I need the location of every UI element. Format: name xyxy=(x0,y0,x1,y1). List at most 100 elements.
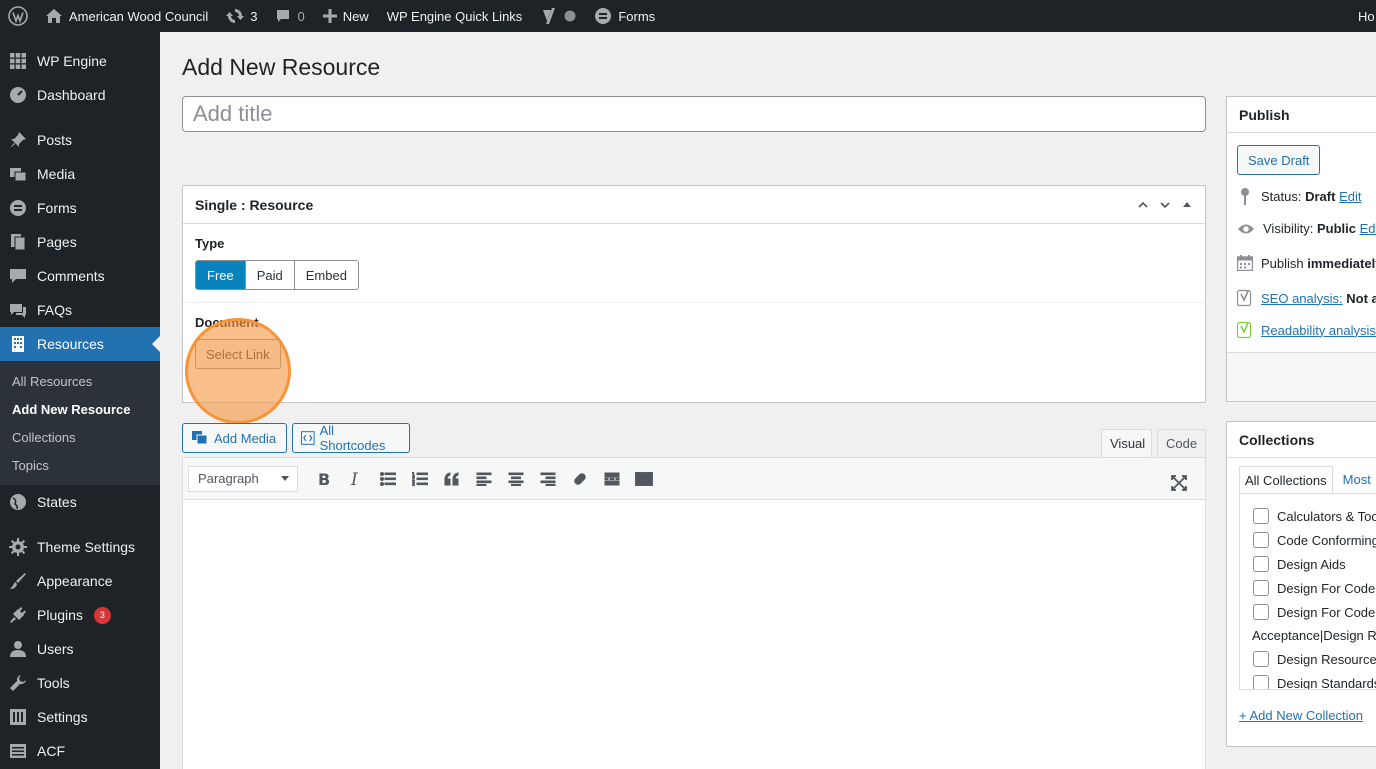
bullet-list-button[interactable] xyxy=(372,464,404,494)
checkbox[interactable] xyxy=(1253,604,1269,620)
howdy-account[interactable]: Ho xyxy=(1358,0,1375,32)
format-select[interactable]: Paragraph xyxy=(188,465,298,492)
sidebar-item-wp-engine[interactable]: WP Engine xyxy=(0,44,160,78)
list-item[interactable]: Design For Code xyxy=(1240,600,1376,624)
blockquote-button[interactable] xyxy=(436,464,468,494)
sidebar-item-appearance[interactable]: Appearance xyxy=(0,564,160,598)
comments-link[interactable]: 0 xyxy=(266,0,313,32)
seo-value: Not av xyxy=(1346,290,1376,306)
faq-icon xyxy=(8,300,28,320)
sidebar-item-users[interactable]: Users xyxy=(0,632,160,666)
save-draft-button[interactable]: Save Draft xyxy=(1237,145,1321,175)
collection-label: Code Conforming xyxy=(1277,532,1376,548)
checkbox[interactable] xyxy=(1253,675,1269,689)
align-left-button[interactable] xyxy=(468,464,500,494)
type-option-embed[interactable]: Embed xyxy=(294,261,358,289)
add-media-button[interactable]: Add Media xyxy=(182,423,287,453)
list-item[interactable]: Design Aids xyxy=(1240,552,1376,576)
admin-bar: American Wood Council 3 0 New WP Engine … xyxy=(0,0,1376,32)
insert-link-button[interactable] xyxy=(564,464,596,494)
type-option-free[interactable]: Free xyxy=(196,261,246,289)
sidebar-item-dashboard[interactable]: Dashboard xyxy=(0,78,160,112)
tab-code[interactable]: Code xyxy=(1157,429,1206,458)
tab-visual[interactable]: Visual xyxy=(1101,429,1152,458)
all-shortcodes-button[interactable]: All Shortcodes xyxy=(292,423,410,453)
submenu-collections[interactable]: Collections xyxy=(0,423,160,451)
wp-engine-quick-links[interactable]: WP Engine Quick Links xyxy=(378,0,532,32)
edit-visibility-link[interactable]: Edit xyxy=(1360,221,1376,236)
metabox-title: Single : Resource xyxy=(195,196,314,213)
visibility-value: Public xyxy=(1316,221,1356,236)
chevron-up-icon[interactable] xyxy=(1137,199,1149,211)
edit-status-link[interactable]: Edit xyxy=(1339,189,1361,204)
pin-icon xyxy=(1241,188,1249,205)
pages-icon xyxy=(8,232,28,252)
list-item[interactable]: Calculators & Too xyxy=(1240,504,1376,528)
submenu-topics[interactable]: Topics xyxy=(0,451,160,479)
publish-title: Publish xyxy=(1227,97,1376,133)
fullscreen-button[interactable] xyxy=(1163,468,1195,498)
list-item[interactable]: Code Conforming xyxy=(1240,528,1376,552)
submenu-add-new-resource[interactable]: Add New Resource xyxy=(0,395,160,423)
content-editor: Paragraph B I 123 xyxy=(182,457,1206,769)
sidebar-item-forms[interactable]: Forms xyxy=(0,191,160,225)
sidebar-item-comments[interactable]: Comments xyxy=(0,259,160,293)
forms-menu[interactable]: Forms xyxy=(585,0,664,32)
sidebar-item-tools[interactable]: Tools xyxy=(0,666,160,700)
checkbox[interactable] xyxy=(1253,532,1269,548)
sidebar-item-theme-settings[interactable]: Theme Settings xyxy=(0,530,160,564)
checkbox[interactable] xyxy=(1253,580,1269,596)
sidebar-item-faqs[interactable]: FAQs xyxy=(0,293,160,327)
format-select-value: Paragraph xyxy=(198,471,259,486)
link-icon xyxy=(574,472,586,485)
quick-links-label: WP Engine Quick Links xyxy=(386,8,523,24)
sidebar-item-pages[interactable]: Pages xyxy=(0,225,160,259)
wordpress-logo-icon[interactable] xyxy=(0,0,36,32)
sidebar-item-resources[interactable]: Resources xyxy=(0,327,160,361)
bold-button[interactable]: B xyxy=(308,464,340,494)
submenu-all-resources[interactable]: All Resources xyxy=(0,367,160,395)
tab-all-collections[interactable]: All Collections xyxy=(1239,466,1333,493)
updates-link[interactable]: 3 xyxy=(217,0,266,32)
metabox-header: Single : Resource xyxy=(183,186,1205,224)
forms-icon xyxy=(595,8,612,24)
user-icon xyxy=(8,639,28,659)
post-title-input[interactable] xyxy=(182,96,1206,132)
yoast-menu[interactable] xyxy=(531,0,585,32)
sidebar-item-media[interactable]: Media xyxy=(0,157,160,191)
sidebar-item-acf[interactable]: ACF xyxy=(0,734,160,768)
tab-most-used[interactable]: Most xyxy=(1333,466,1376,493)
italic-icon: I xyxy=(350,471,358,487)
align-center-button[interactable] xyxy=(500,464,532,494)
type-option-paid[interactable]: Paid xyxy=(245,261,295,289)
yoast-icon xyxy=(543,8,556,24)
toolbar-toggle-button[interactable] xyxy=(628,464,660,494)
site-name-link[interactable]: American Wood Council xyxy=(36,0,217,32)
add-new-collection-link[interactable]: + Add New Collection xyxy=(1239,708,1363,723)
align-center-icon xyxy=(508,472,524,486)
align-right-button[interactable] xyxy=(532,464,564,494)
read-more-button[interactable] xyxy=(596,464,628,494)
align-right-icon xyxy=(540,472,556,486)
readability-analysis-link[interactable]: Readability analysis: xyxy=(1261,323,1376,338)
sidebar-item-settings[interactable]: Settings xyxy=(0,700,160,734)
select-link-button[interactable]: Select Link xyxy=(195,339,281,369)
numbered-list-button[interactable]: 123 xyxy=(404,464,436,494)
chevron-down-icon[interactable] xyxy=(1159,199,1171,211)
publish-actions-area xyxy=(1227,352,1376,401)
grid-icon xyxy=(8,51,28,71)
list-item[interactable]: Design Resources xyxy=(1240,647,1376,671)
new-content-link[interactable]: New xyxy=(314,0,378,32)
paintbrush-icon xyxy=(8,571,28,591)
sidebar-item-posts[interactable]: Posts xyxy=(0,123,160,157)
collapse-triangle-icon[interactable] xyxy=(1181,199,1193,211)
italic-button[interactable]: I xyxy=(340,464,372,494)
list-item[interactable]: Design Standards xyxy=(1240,671,1376,689)
sidebar-item-plugins[interactable]: Plugins 3 xyxy=(0,598,160,632)
checkbox[interactable] xyxy=(1253,508,1269,524)
list-item[interactable]: Design For Code A xyxy=(1240,576,1376,600)
checkbox[interactable] xyxy=(1253,651,1269,667)
sidebar-item-states[interactable]: States xyxy=(0,485,160,519)
checkbox[interactable] xyxy=(1253,556,1269,572)
seo-analysis-link[interactable]: SEO analysis: xyxy=(1261,291,1343,306)
